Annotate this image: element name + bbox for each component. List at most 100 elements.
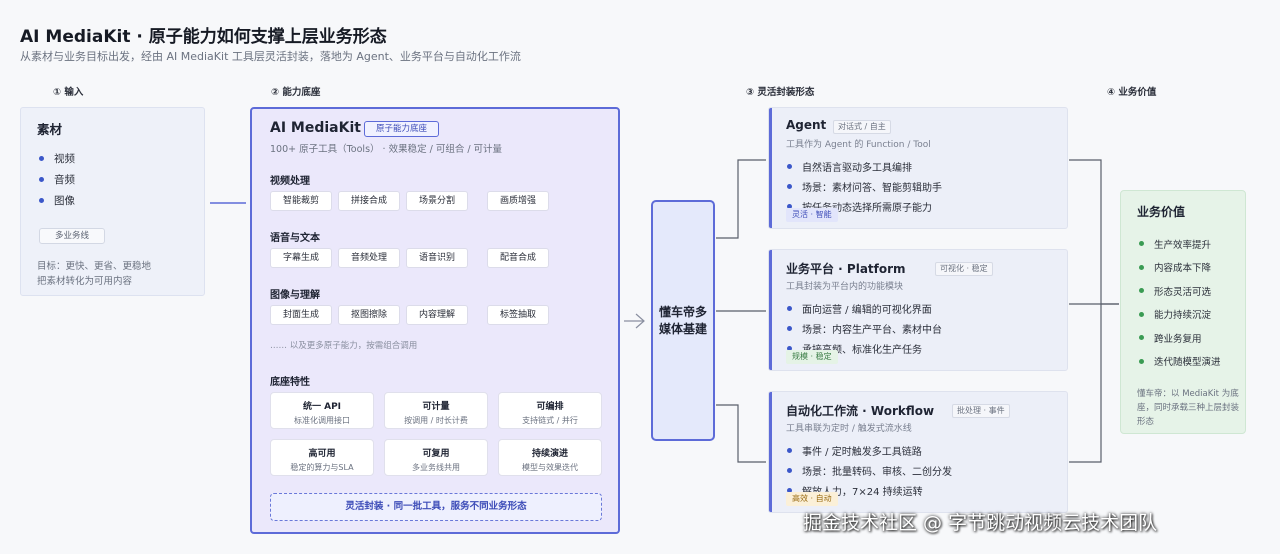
feature-title: 可复用 bbox=[422, 449, 450, 459]
bullet-dot bbox=[1139, 241, 1144, 247]
form-tag: 对话式 / 自主 bbox=[833, 120, 891, 134]
input-panel: 素材 视频 音频 图像 多业务线 目标：更快、更省、更稳地 把素材转化为可用内容 bbox=[20, 107, 205, 296]
list-item: 生产效率提升 bbox=[1139, 232, 1221, 256]
hub-label: 懂车帝多媒体基建 bbox=[658, 304, 707, 336]
list-item: 图像 bbox=[39, 190, 75, 211]
card-accent-bar bbox=[769, 108, 772, 228]
input-heading: 素材 bbox=[37, 122, 63, 137]
feature-card: 统一 API 标准化调用接口 bbox=[270, 392, 374, 429]
value-item: 生产效率提升 bbox=[1154, 239, 1212, 251]
feature-desc: 模型与效果迭代 bbox=[522, 463, 578, 472]
input-list: 视频 音频 图像 bbox=[39, 148, 75, 211]
input-desc-line1: 目标：更快、更省、更稳地 bbox=[37, 261, 152, 272]
input-desc-line2: 把素材转化为可用内容 bbox=[37, 275, 133, 287]
input-item-video: 视频 bbox=[54, 153, 75, 165]
form-tag: 批处理 · 事件 bbox=[952, 404, 1010, 418]
form-bullets: 事件 / 定时触发多工具链路 场景：批量转码、审核、二创分发 解放人力，7×24… bbox=[787, 440, 952, 500]
feature-card: 可编排 支持链式 / 并行 bbox=[498, 392, 602, 429]
value-description: 懂车帝：以 MediaKit 为底座，同时承载三种上层封装形态 bbox=[1137, 389, 1240, 427]
tool-chip: 字幕生成 bbox=[270, 248, 332, 268]
list-item: 面向运营 / 编辑的可视化界面 bbox=[787, 298, 942, 318]
bullet-dot bbox=[39, 177, 44, 182]
bullet-dot bbox=[39, 156, 44, 161]
core-panel: AI MediaKit 原子能力底座 100+ 原子工具（Tools） · 效果… bbox=[250, 107, 620, 534]
list-item: 场景：内容生产平台、素材中台 bbox=[787, 318, 942, 338]
form-bullets: 面向运营 / 编辑的可视化界面 场景：内容生产平台、素材中台 承接高频、标准化生… bbox=[787, 298, 942, 358]
flexible-wrap-banner: 灵活封装 · 同一批工具，服务不同业务形态 bbox=[270, 493, 602, 521]
form-card-agent: Agent 对话式 / 自主 工具作为 Agent 的 Function / T… bbox=[768, 107, 1068, 229]
business-line-pill: 多业务线 bbox=[39, 228, 105, 244]
tool-chip: 画质增强 bbox=[487, 191, 549, 211]
feature-desc: 支持链式 / 并行 bbox=[522, 416, 578, 425]
list-item: 能力持续沉淀 bbox=[1139, 303, 1221, 327]
input-item-audio: 音频 bbox=[54, 174, 75, 186]
bullet-text: 场景：素材问答、智能剪辑助手 bbox=[802, 182, 942, 194]
input-item-image: 图像 bbox=[54, 195, 75, 207]
value-title: 业务价值 bbox=[1137, 205, 1186, 219]
bullet-dot bbox=[1139, 288, 1144, 294]
value-item: 能力持续沉淀 bbox=[1154, 310, 1212, 322]
step-core-label: ② 能力底座 bbox=[271, 87, 321, 98]
form-tag: 可视化 · 稳定 bbox=[935, 262, 993, 276]
tool-chip: 智能裁剪 bbox=[270, 191, 332, 211]
card-accent-bar bbox=[769, 250, 772, 370]
value-item: 形态灵活可选 bbox=[1154, 286, 1212, 298]
step-input-label: ① 输入 bbox=[53, 87, 84, 98]
list-item: 形态灵活可选 bbox=[1139, 279, 1221, 303]
feature-desc: 稳定的算力与SLA bbox=[290, 463, 354, 472]
feature-card: 高可用 稳定的算力与SLA bbox=[270, 439, 374, 476]
value-item: 迭代随模型演进 bbox=[1154, 357, 1221, 369]
form-card-workflow: 自动化工作流 · Workflow 批处理 · 事件 工具串联为定时 / 触发式… bbox=[768, 391, 1068, 513]
page-subtitle: 从素材与业务目标出发，经由 AI MediaKit 工具层灵活封装，落地为 Ag… bbox=[20, 50, 521, 63]
feature-desc: 多业务线共用 bbox=[412, 463, 460, 472]
bullet-text: 面向运营 / 编辑的可视化界面 bbox=[802, 304, 932, 316]
feature-title: 统一 API bbox=[302, 402, 342, 412]
list-item: 事件 / 定时触发多工具链路 bbox=[787, 440, 952, 460]
feature-title: 可编排 bbox=[536, 402, 564, 412]
tool-chip: 封面生成 bbox=[270, 305, 332, 325]
bullet-dot bbox=[787, 467, 792, 473]
step-value-label: ④ 业务价值 bbox=[1107, 87, 1157, 98]
form-badge: 灵活 · 智能 bbox=[786, 208, 838, 222]
value-list: 生产效率提升 内容成本下降 形态灵活可选 能力持续沉淀 跨业务复用 迭代随模型演… bbox=[1139, 232, 1221, 373]
tool-chip: 语音识别 bbox=[406, 248, 468, 268]
bullet-text: 自然语言驱动多工具编排 bbox=[802, 162, 912, 174]
form-desc: 工具封装为平台内的功能模块 bbox=[786, 282, 904, 292]
core-subtitle: 100+ 原子工具（Tools） · 效果稳定 / 可组合 / 可计量 bbox=[270, 144, 503, 155]
form-desc: 工具串联为定时 / 触发式流水线 bbox=[786, 424, 912, 434]
bullet-dot bbox=[1139, 264, 1144, 270]
form-card-platform: 业务平台 · Platform 可视化 · 稳定 工具封装为平台内的功能模块 面… bbox=[768, 249, 1068, 371]
bullet-dot bbox=[1139, 358, 1144, 364]
list-item: 场景：批量转码、审核、二创分发 bbox=[787, 460, 952, 480]
tool-chip: 配音合成 bbox=[487, 248, 549, 268]
bullet-dot bbox=[787, 183, 792, 189]
list-item: 音频 bbox=[39, 169, 75, 190]
tool-chip: 拼接合成 bbox=[338, 191, 400, 211]
group-label-video: 视频处理 bbox=[270, 176, 310, 187]
list-item: 内容成本下降 bbox=[1139, 256, 1221, 280]
form-title: 业务平台 · Platform bbox=[786, 262, 906, 276]
core-title: AI MediaKit bbox=[270, 120, 361, 136]
bullet-text: 事件 / 定时触发多工具链路 bbox=[802, 446, 922, 458]
bullet-dot bbox=[1139, 335, 1144, 341]
step-forms-label: ③ 灵活封装形态 bbox=[746, 87, 815, 98]
bullet-dot bbox=[1139, 311, 1144, 317]
tool-chip: 场景分割 bbox=[406, 191, 468, 211]
value-panel: 业务价值 生产效率提升 内容成本下降 形态灵活可选 能力持续沉淀 跨业务复用 迭… bbox=[1120, 190, 1246, 434]
bullet-dot bbox=[787, 163, 792, 169]
list-item: 迭代随模型演进 bbox=[1139, 350, 1221, 374]
tool-chip: 内容理解 bbox=[406, 305, 468, 325]
tool-chip: 抠图擦除 bbox=[338, 305, 400, 325]
bullet-dot bbox=[39, 198, 44, 203]
feature-card: 可计量 按调用 / 时长计费 bbox=[384, 392, 488, 429]
core-tag: 原子能力底座 bbox=[364, 121, 439, 137]
bullet-text: 场景：内容生产平台、素材中台 bbox=[802, 324, 942, 336]
tool-chip: 音频处理 bbox=[338, 248, 400, 268]
group-label-image: 图像与理解 bbox=[270, 290, 320, 301]
feature-title: 持续演进 bbox=[531, 449, 568, 459]
watermark: 掘金技术社区 @ 字节跳动视频云技术团队 bbox=[803, 512, 1158, 534]
value-item: 跨业务复用 bbox=[1154, 333, 1202, 345]
form-bullets: 自然语言驱动多工具编排 场景：素材问答、智能剪辑助手 按任务动态选择所需原子能力 bbox=[787, 156, 942, 216]
feature-card: 可复用 多业务线共用 bbox=[384, 439, 488, 476]
list-item: 场景：素材问答、智能剪辑助手 bbox=[787, 176, 942, 196]
